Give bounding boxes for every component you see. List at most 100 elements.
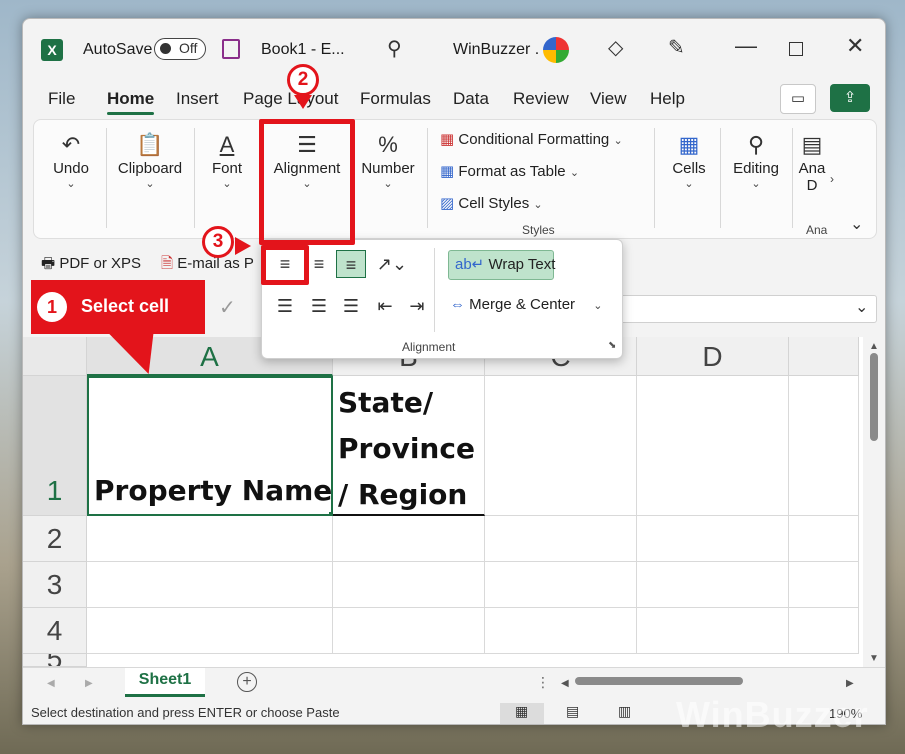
row-header-2[interactable]: 2: [23, 516, 87, 562]
scrollbar-thumb[interactable]: [870, 353, 878, 441]
cell[interactable]: [485, 516, 637, 562]
cell[interactable]: [637, 516, 789, 562]
menu-data[interactable]: Data: [453, 89, 489, 109]
scroll-up-icon[interactable]: ▲: [869, 341, 879, 352]
prev-sheet-icon[interactable]: ◀: [47, 678, 55, 689]
menu-file[interactable]: File: [48, 89, 75, 109]
cell[interactable]: [87, 562, 333, 608]
menu-view[interactable]: View: [590, 89, 627, 109]
align-left-icon[interactable]: ☰: [270, 292, 300, 320]
cell-e1[interactable]: [789, 376, 859, 516]
page-layout-view-icon[interactable]: ▤: [566, 703, 579, 720]
font-button[interactable]: A Font ⌄: [204, 130, 250, 190]
menu-formulas[interactable]: Formulas: [360, 89, 431, 109]
minimize-icon[interactable]: —: [735, 33, 757, 59]
avatar[interactable]: [543, 37, 569, 63]
cell[interactable]: [789, 516, 859, 562]
add-sheet-icon[interactable]: +: [237, 672, 257, 692]
sheet-tab-sheet1[interactable]: Sheet1: [125, 668, 205, 697]
orientation-icon[interactable]: ↗⌄: [370, 250, 414, 278]
cell[interactable]: [333, 562, 485, 608]
menu-home[interactable]: Home: [107, 89, 155, 115]
row-header-1[interactable]: 1: [23, 376, 87, 516]
cell[interactable]: [333, 608, 485, 654]
align-right-icon[interactable]: ☰: [336, 292, 366, 320]
diamond-icon[interactable]: ◇: [608, 35, 623, 60]
cell-b1[interactable]: State/ Province / Region: [333, 376, 485, 516]
column-header-e[interactable]: [789, 337, 859, 376]
cell[interactable]: [637, 608, 789, 654]
table-icon: ▦: [440, 163, 455, 180]
cell-b1-text: State/ Province / Region: [338, 380, 475, 518]
chevron-right-icon[interactable]: ›: [830, 172, 834, 186]
cell[interactable]: [333, 516, 485, 562]
close-icon[interactable]: ✕: [846, 33, 864, 59]
cell-a1[interactable]: Property Name: [87, 376, 335, 518]
row-header-5[interactable]: 5: [23, 654, 87, 667]
save-icon[interactable]: [222, 39, 240, 59]
merge-center-button[interactable]: ⇔ Merge & Center ⌄: [450, 296, 602, 313]
cell[interactable]: [87, 516, 333, 562]
editing-button[interactable]: ⚲ Editing ⌄: [728, 130, 784, 190]
menu-help[interactable]: Help: [650, 89, 685, 109]
maximize-icon[interactable]: [789, 42, 803, 56]
vertical-scrollbar[interactable]: ▲ ▼: [863, 337, 885, 667]
comments-button[interactable]: ▭: [780, 84, 816, 114]
scroll-right-icon[interactable]: ▶: [846, 678, 854, 689]
cell-styles-button[interactable]: ▨ Cell Styles ⌄: [440, 194, 543, 212]
dialog-launcher-icon[interactable]: ⬊: [608, 340, 616, 351]
scroll-down-icon[interactable]: ▼: [869, 653, 879, 664]
cell-styles-label: Cell Styles: [458, 195, 530, 212]
undo-button[interactable]: ↶ Undo ⌄: [46, 130, 96, 190]
step-2-badge: 2: [287, 64, 319, 96]
decrease-indent-icon[interactable]: ⇤: [370, 292, 400, 320]
cell-d1[interactable]: [637, 376, 789, 516]
next-sheet-icon[interactable]: ▶: [85, 678, 93, 689]
analyze-button[interactable]: ▤ Ana D: [798, 130, 826, 194]
clipboard-button[interactable]: 📋 Clipboard ⌄: [112, 130, 188, 190]
step-1-text: Select cell: [81, 296, 170, 316]
cell[interactable]: [485, 608, 637, 654]
select-all-corner[interactable]: [23, 337, 87, 376]
wrap-text-button[interactable]: ab↵ Wrap Text: [448, 250, 555, 280]
expand-formula-icon[interactable]: ⌄: [855, 297, 868, 317]
menu-page-layout[interactable]: Page Layout: [243, 89, 338, 109]
cell-c1[interactable]: [485, 376, 637, 516]
align-center-icon[interactable]: ☰: [304, 292, 334, 320]
ribbon-collapse-icon[interactable]: ⌄: [850, 214, 863, 234]
row-header-3[interactable]: 3: [23, 562, 87, 608]
scroll-left-icon[interactable]: ◀: [561, 678, 569, 689]
highlight-align-top: [261, 245, 309, 285]
autosave-toggle[interactable]: Off: [154, 38, 206, 60]
format-as-table-button[interactable]: ▦ Format as Table ⌄: [440, 162, 579, 180]
email-as-pdf-button[interactable]: 🗎 E-mail as P: [161, 253, 254, 278]
pen-icon[interactable]: ✎: [668, 35, 685, 60]
divider: [792, 128, 793, 228]
row-header-4[interactable]: 4: [23, 608, 87, 654]
menu-insert[interactable]: Insert: [176, 89, 219, 109]
cell[interactable]: [789, 562, 859, 608]
checkmark-icon[interactable]: ✓: [219, 295, 236, 320]
more-icon[interactable]: ⋮: [536, 674, 550, 691]
account-name[interactable]: WinBuzzer .: [453, 41, 539, 59]
page-break-view-icon[interactable]: ▥: [618, 703, 631, 720]
cell[interactable]: [87, 608, 333, 654]
increase-indent-icon[interactable]: ⇥: [402, 292, 432, 320]
file-name[interactable]: Book1 - E...: [261, 41, 345, 59]
menu-review[interactable]: Review: [513, 89, 569, 109]
cell[interactable]: [789, 608, 859, 654]
pdf-xps-button[interactable]: 🖶 PDF or XPS: [41, 253, 141, 278]
share-button[interactable]: ⇪: [830, 84, 870, 112]
cells-button[interactable]: ▦ Cells ⌄: [667, 130, 711, 190]
formula-input[interactable]: [613, 295, 877, 323]
search-icon[interactable]: ⚲: [387, 36, 402, 61]
cell[interactable]: [637, 562, 789, 608]
conditional-formatting-button[interactable]: ▦ Conditional Formatting ⌄: [440, 130, 623, 148]
spreadsheet-grid: A B C D 1 2 3 4 5 Property Name State/ P…: [23, 337, 885, 667]
column-header-d[interactable]: D: [637, 337, 789, 376]
number-button[interactable]: % Number ⌄: [359, 130, 417, 190]
cell[interactable]: [485, 562, 637, 608]
align-bottom-icon[interactable]: ≡: [336, 250, 366, 278]
chevron-down-icon: ⌄: [222, 178, 232, 190]
horizontal-scrollbar-thumb[interactable]: [575, 677, 743, 685]
